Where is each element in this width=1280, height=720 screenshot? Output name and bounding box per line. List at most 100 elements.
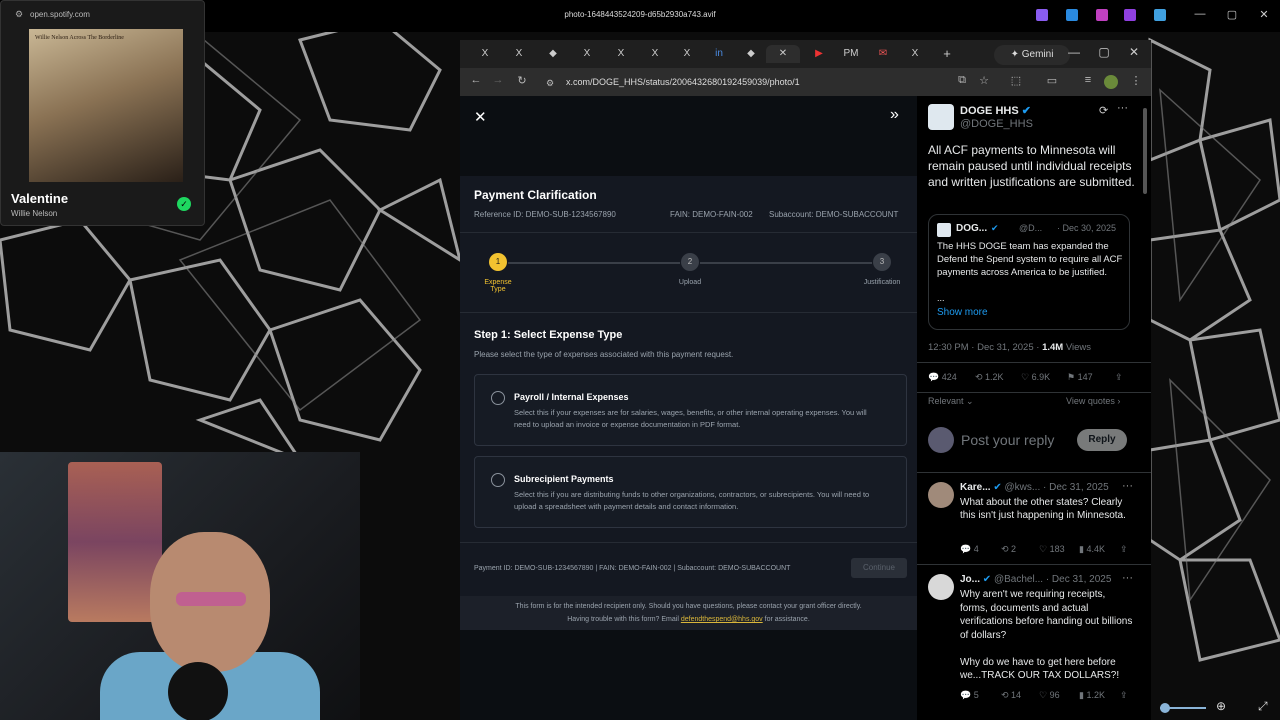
repost-count[interactable]: ⟲ 1.2K [975, 372, 1004, 383]
share-icon[interactable]: ⇪ [1120, 690, 1128, 701]
view-quotes-link[interactable]: View quotes › [1066, 396, 1120, 406]
notice-email-link[interactable]: defendthespend@hhs.gov [681, 616, 763, 623]
bookmark-count[interactable]: ⚑ 147 [1067, 372, 1093, 383]
scrollbar[interactable] [1143, 108, 1147, 194]
reply-count[interactable]: 💬 5 [960, 690, 979, 701]
view-count[interactable]: ▮ 4.4K [1079, 544, 1105, 555]
like-count[interactable]: ♡ 183 [1039, 544, 1065, 555]
browser-tab[interactable]: X [572, 45, 602, 63]
url-field[interactable]: x.com/DOGE_HHS/status/200643268019245903… [540, 72, 940, 92]
option-payroll[interactable]: Payroll / Internal Expenses Select this … [474, 374, 907, 446]
reply-handle[interactable]: @kws... [1005, 482, 1041, 493]
show-more-link[interactable]: Show more [937, 307, 988, 318]
tab-search-icon[interactable]: ▭ [1044, 74, 1060, 87]
repost-icon: ⟲ [1001, 690, 1012, 700]
zoom-slider-handle[interactable] [1160, 703, 1170, 713]
view-count[interactable]: ▮ 1.2K [1079, 690, 1105, 701]
radio-button[interactable] [491, 391, 505, 405]
browser-menu-icon[interactable]: ⋮ [1128, 74, 1144, 87]
browser-tab-active[interactable]: ✕ [766, 45, 800, 63]
reply-button[interactable]: Reply [1077, 429, 1127, 451]
grok-icon[interactable]: ⟳ [1099, 104, 1108, 117]
profile-avatar[interactable] [1104, 75, 1118, 89]
like-count[interactable]: ♡ 96 [1039, 690, 1060, 701]
share-icon[interactable]: ⇪ [1120, 544, 1128, 555]
site-settings-icon[interactable]: ⚙ [15, 9, 23, 20]
relevant-dropdown[interactable]: Relevant ⌄ [928, 396, 974, 407]
browser-tab[interactable]: X [900, 45, 930, 63]
spotify-miniplayer[interactable]: ⚙ open.spotify.com Willie Nelson Across … [0, 0, 205, 226]
saved-check-icon[interactable]: ✓ [177, 197, 191, 211]
browser-tab[interactable]: ◆ [538, 45, 568, 63]
host-maximize-button[interactable]: ▢ [1224, 8, 1240, 24]
address-bar-row: ← → ↻ ⚙ x.com/DOGE_HHS/status/2006432680… [460, 68, 1151, 96]
like-count[interactable]: ♡ 6.9K [1021, 372, 1050, 383]
bookmark-star-icon[interactable]: ☆ [976, 74, 992, 87]
reply-avatar[interactable] [928, 574, 954, 600]
expand-icon[interactable]: » [890, 106, 899, 124]
browser-tab[interactable]: X [504, 45, 534, 63]
reading-list-icon[interactable]: ≡ [1080, 74, 1096, 86]
host-close-button[interactable]: ✕ [1256, 8, 1272, 24]
reply-author[interactable]: Jo... [960, 574, 980, 585]
tray-app-icon[interactable] [1154, 9, 1166, 21]
gemini-button[interactable]: ✦ Gemini [994, 45, 1070, 65]
extensions-icon[interactable]: ⬚ [1008, 74, 1024, 87]
reload-button[interactable]: ↻ [514, 74, 530, 87]
repost-icon: ⟲ [1001, 544, 1012, 554]
post-timestamp[interactable]: 12:30 PM · Dec 31, 2025 · 1.4M Views [928, 342, 1091, 353]
tray-app-icon[interactable] [1036, 9, 1048, 21]
song-title: Valentine [11, 191, 69, 206]
new-tab-button[interactable]: + [932, 45, 962, 63]
continue-button[interactable]: Continue [851, 558, 907, 578]
host-minimize-button[interactable]: — [1192, 8, 1208, 24]
quote-date: · Dec 30, 2025 [1057, 223, 1117, 233]
doge-hhs-avatar[interactable] [928, 104, 954, 130]
browser-tab[interactable]: X [606, 45, 636, 63]
views-label: Views [1063, 342, 1091, 353]
author-name[interactable]: DOGE HHS ✔ [960, 104, 1031, 117]
reply-avatar[interactable] [928, 482, 954, 508]
browser-tab[interactable]: ◆ [736, 45, 766, 63]
forward-button[interactable]: → [490, 74, 506, 86]
tray-app-icon[interactable] [1096, 9, 1108, 21]
post-time: 12:30 PM · Dec 31, 2025 · [928, 342, 1043, 353]
tray-app-icon[interactable] [1066, 9, 1078, 21]
reply-count[interactable]: 💬 424 [928, 372, 957, 383]
reply-icon: 💬 [960, 544, 974, 554]
browser-minimize-button[interactable]: — [1064, 45, 1084, 59]
browser-tab[interactable]: in [704, 45, 734, 63]
author-name-text: DOGE HHS [960, 105, 1019, 117]
repost-count[interactable]: ⟲ 14 [1001, 690, 1021, 701]
browser-tab[interactable]: ▶ [804, 45, 834, 63]
browser-tab[interactable]: X [672, 45, 702, 63]
share-icon[interactable]: ⇪ [1115, 372, 1123, 383]
browser-window[interactable]: X X ◆ X X X X in ◆ ✕ ▶ PM ✉ X + ✦ Gemini… [460, 40, 1151, 720]
reply-count[interactable]: 💬 4 [960, 544, 979, 555]
browser-close-button[interactable]: ✕ [1124, 45, 1144, 59]
option-description: Select this if your expenses are for sal… [514, 408, 867, 429]
quoted-post[interactable]: DOG... ✔ @D... · Dec 30, 2025 The HHS DO… [928, 214, 1130, 330]
more-icon[interactable]: ··· [1117, 102, 1128, 114]
browser-tab[interactable]: X [640, 45, 670, 63]
reply-author[interactable]: Kare... [960, 482, 991, 493]
option-subrecipient[interactable]: Subrecipient Payments Select this if you… [474, 456, 907, 528]
back-button[interactable]: ← [468, 74, 484, 86]
author-handle[interactable]: @DOGE_HHS [960, 118, 1033, 130]
fullscreen-icon[interactable]: ⤢ [1258, 699, 1268, 714]
more-icon[interactable]: ··· [1122, 480, 1133, 492]
reply-handle[interactable]: @Bachel... [994, 574, 1043, 585]
zoom-in-icon[interactable]: ⊕ [1216, 699, 1226, 713]
tab-close-icon[interactable]: ✕ [779, 48, 787, 59]
tray-app-icon[interactable] [1124, 9, 1136, 21]
browser-tab[interactable]: PM [836, 45, 866, 63]
close-icon[interactable]: ✕ [474, 108, 487, 126]
browser-maximize-button[interactable]: ▢ [1094, 45, 1114, 59]
repost-count[interactable]: ⟲ 2 [1001, 544, 1016, 555]
browser-tab[interactable]: ✉ [868, 45, 898, 63]
more-icon[interactable]: ··· [1122, 572, 1133, 584]
reply-input[interactable]: Post your reply [961, 432, 1054, 448]
browser-tab[interactable]: X [470, 45, 500, 63]
install-icon[interactable]: ⧉ [954, 74, 970, 87]
radio-button[interactable] [491, 473, 505, 487]
